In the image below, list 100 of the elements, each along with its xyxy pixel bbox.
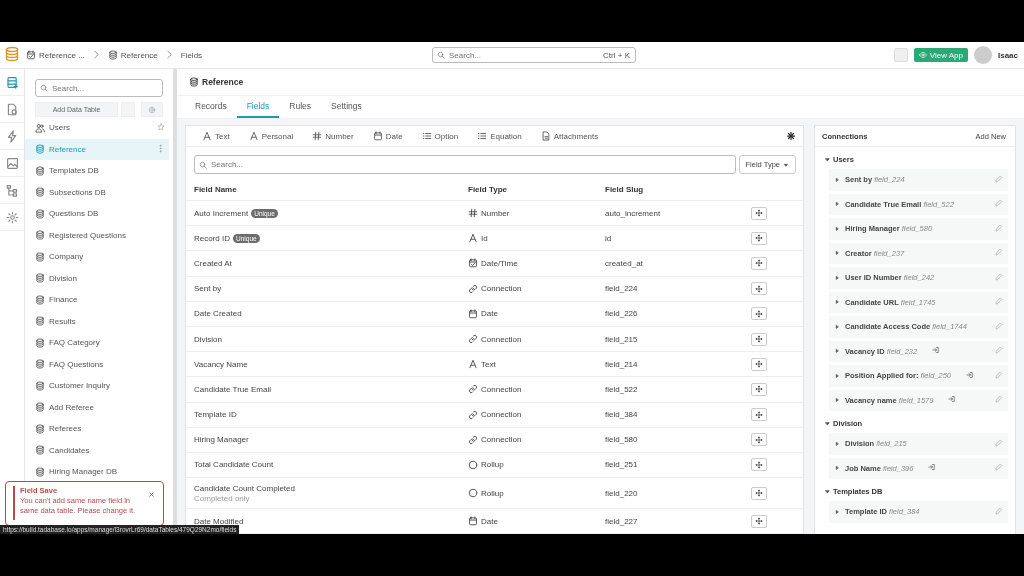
shortcut-hint: Ctrl + K xyxy=(603,50,630,60)
field-slug: field_226 xyxy=(605,309,638,319)
login-arrow-icon xyxy=(966,370,974,379)
search-icon xyxy=(199,160,207,169)
sidebar-item[interactable]: Division xyxy=(35,267,169,289)
field-name: Sent by xyxy=(194,284,222,294)
kebab-menu-icon xyxy=(156,143,165,153)
close-icon xyxy=(148,491,155,498)
field-slug: field_251 xyxy=(605,460,638,470)
field-type-button[interactable]: Option xyxy=(421,131,459,141)
tab[interactable]: Settings xyxy=(321,96,372,118)
hierarchy-icon xyxy=(5,183,19,197)
database-icon xyxy=(35,380,45,391)
field-type-button[interactable]: Attachments xyxy=(540,131,599,141)
letter-a-icon xyxy=(468,233,478,244)
field-name: Record ID xyxy=(194,233,230,243)
move-button[interactable] xyxy=(751,231,767,245)
breadcrumb-link[interactable]: Fields xyxy=(180,50,203,60)
sidebar-item[interactable]: Finance xyxy=(35,289,169,311)
calendar-check-icon xyxy=(26,50,36,60)
sidebar-item[interactable]: Add Referee xyxy=(35,396,169,418)
database-icon xyxy=(107,50,118,60)
move-button[interactable] xyxy=(751,256,767,270)
document-icon xyxy=(5,102,19,116)
field-name: Vacancy Name xyxy=(194,359,248,369)
field-type: Text xyxy=(481,359,496,369)
move-button[interactable] xyxy=(751,307,767,321)
table-search-field[interactable]: Search... xyxy=(35,79,163,97)
move-button[interactable] xyxy=(751,332,767,346)
caret-right-icon xyxy=(834,348,840,355)
column-header: Field Type xyxy=(460,179,597,201)
field-name: Date Modified xyxy=(194,516,244,526)
sidebar-item[interactable]: Templates DB xyxy=(35,160,169,182)
field-search-field[interactable]: Search... xyxy=(194,155,736,174)
caret-right-icon xyxy=(834,250,840,257)
caret-right-icon xyxy=(834,372,840,379)
move-button[interactable] xyxy=(751,382,767,396)
field-type: Connection xyxy=(481,334,522,344)
field-slug: field_384 xyxy=(605,410,638,420)
move-button[interactable] xyxy=(751,458,767,472)
move-icon xyxy=(755,360,763,369)
chevron-right-icon xyxy=(91,49,101,59)
database-icon xyxy=(35,230,45,241)
move-button[interactable] xyxy=(751,486,767,500)
field-slug: field_227 xyxy=(605,516,638,526)
field-type-button[interactable]: Equation xyxy=(477,131,522,141)
search-icon xyxy=(40,84,48,92)
sidebar-item[interactable]: Registered Questions xyxy=(35,224,169,246)
tab[interactable]: Records xyxy=(185,96,237,118)
table-icon xyxy=(5,75,19,89)
tab[interactable]: Rules xyxy=(279,96,322,118)
field-name: Candidate Count Completed xyxy=(194,483,295,493)
letter-a-icon xyxy=(248,131,259,141)
field-type-button[interactable]: Text xyxy=(202,131,230,141)
sidebar-item[interactable]: Customer Inquiry xyxy=(35,375,169,397)
move-button[interactable] xyxy=(751,514,767,528)
field-type: Connection xyxy=(481,410,522,420)
database-icon xyxy=(35,251,45,262)
sidebar-item[interactable]: Referees xyxy=(35,418,169,440)
field-name: Template ID xyxy=(194,410,237,420)
move-button[interactable] xyxy=(751,282,767,296)
hash-icon xyxy=(468,208,478,219)
field-type: Date xyxy=(481,516,498,526)
sidebar-item[interactable]: Users xyxy=(35,117,169,139)
link-icon xyxy=(468,384,478,395)
field-type-button[interactable]: Number xyxy=(312,131,354,141)
breadcrumb-link[interactable]: Reference ... xyxy=(39,50,85,60)
move-button[interactable] xyxy=(751,357,767,371)
sidebar-item[interactable]: FAQ Category xyxy=(35,332,169,354)
sidebar-item[interactable]: Results xyxy=(35,310,169,332)
hash-icon xyxy=(312,131,323,141)
move-icon xyxy=(755,385,763,394)
letter-a-icon xyxy=(468,359,478,370)
sidebar-item[interactable]: Candidates xyxy=(35,439,169,461)
field-slug: field_224 xyxy=(605,284,638,294)
link-icon xyxy=(468,409,478,420)
field-type: Date/Time xyxy=(481,258,518,268)
field-type: Rollup xyxy=(481,488,504,498)
move-button[interactable] xyxy=(751,433,767,447)
move-icon xyxy=(755,489,763,498)
field-slug: field_220 xyxy=(605,488,638,498)
field-type-button[interactable]: Personal xyxy=(248,131,294,141)
move-button[interactable] xyxy=(751,206,767,220)
move-button[interactable] xyxy=(751,408,767,422)
sidebar-item[interactable]: FAQ Questions xyxy=(35,353,169,375)
sidebar-item[interactable]: Hiring Manager DB xyxy=(35,461,169,483)
sidebar-item[interactable]: Company xyxy=(35,246,169,268)
field-name: Auto Increment xyxy=(194,208,249,218)
sidebar-item[interactable]: Questions DB xyxy=(35,203,169,225)
sidebar-item[interactable]: Subsections DB xyxy=(35,181,169,203)
caret-right-icon xyxy=(834,508,840,515)
calendar-icon xyxy=(372,131,383,141)
pencil-icon xyxy=(995,463,1003,472)
breadcrumb-link[interactable]: Reference xyxy=(120,50,158,60)
login-arrow-icon xyxy=(928,463,937,472)
field-type-button[interactable]: Date xyxy=(372,131,403,141)
database-icon xyxy=(35,423,45,434)
database-icon xyxy=(35,466,45,477)
column-header: Field Slug xyxy=(597,179,743,201)
user-name[interactable]: Isaac xyxy=(997,50,1018,60)
